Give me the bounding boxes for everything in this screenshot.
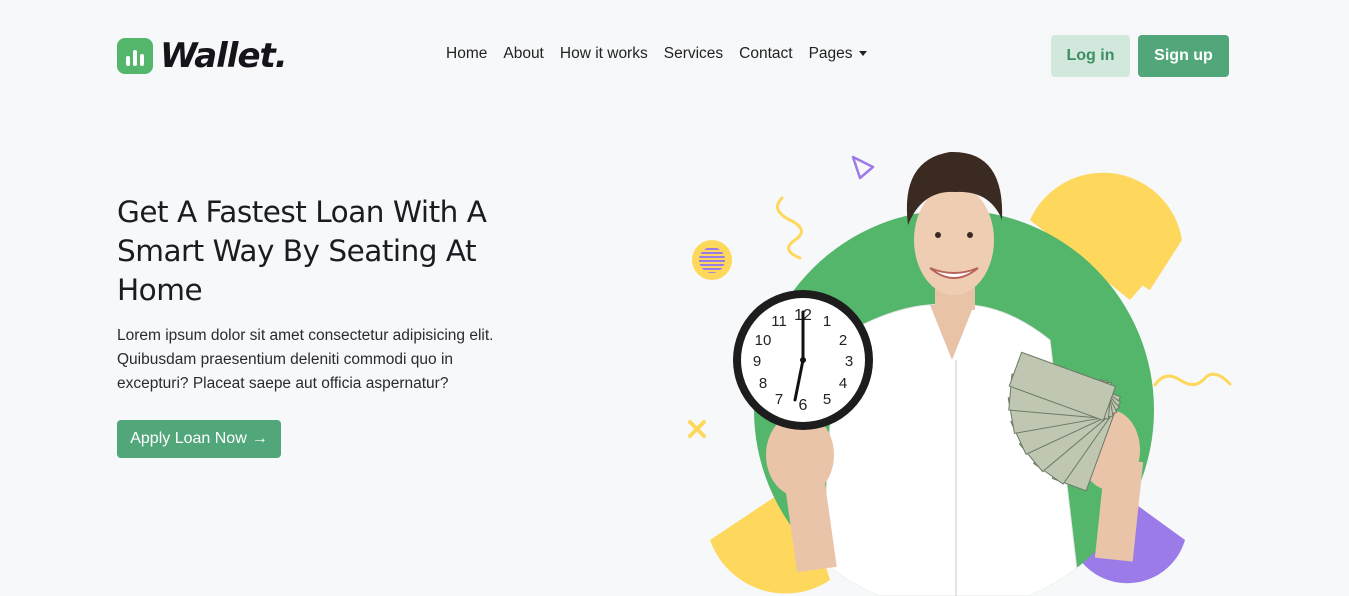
clock-number-4: 4 (839, 375, 847, 392)
nav-pages-label: Pages (808, 45, 853, 62)
x-mark-icon (688, 420, 706, 438)
clock-number-8: 8 (759, 375, 767, 392)
squiggle-top-icon (776, 196, 803, 260)
brand-name: Wallet. (160, 36, 288, 76)
clock-number-3: 3 (845, 353, 853, 370)
hero-description: Lorem ipsum dolor sit amet consectetur a… (117, 327, 494, 392)
signup-button[interactable]: Sign up (1138, 35, 1229, 77)
nav-services[interactable]: Services (664, 45, 723, 63)
triangle-outline-icon (851, 155, 875, 180)
clock-number-6: 6 (799, 397, 808, 414)
main-nav: Home About How it works Services Contact… (446, 45, 867, 63)
eye-right (967, 232, 973, 238)
nav-how-it-works[interactable]: How it works (560, 45, 648, 63)
apply-loan-label: Apply Loan Now (130, 430, 247, 447)
hero-title: Get A Fastest Loan With A Smart Way By S… (117, 195, 487, 307)
apply-loan-button[interactable]: Apply Loan Now → (117, 420, 281, 458)
clock-icon: 12 1 2 3 4 5 6 7 8 9 10 11 (733, 290, 873, 430)
clock-number-5: 5 (823, 391, 831, 408)
clock-number-9: 9 (753, 353, 761, 370)
hero-illustration: 12 1 2 3 4 5 6 7 8 9 10 11 (688, 151, 1232, 596)
arrow-right-icon: → (251, 430, 268, 447)
nav-pages-dropdown[interactable]: Pages (809, 45, 867, 63)
clock-number-2: 2 (839, 332, 847, 349)
nav-about[interactable]: About (503, 45, 544, 63)
clock-number-11: 11 (771, 313, 787, 330)
nav-contact[interactable]: Contact (739, 45, 792, 63)
chart-bars-icon (117, 38, 153, 74)
brand-logo[interactable]: Wallet. (117, 36, 288, 76)
clock-number-10: 10 (755, 332, 772, 349)
clock-number-7: 7 (775, 391, 783, 408)
clock-number-1: 1 (823, 313, 831, 330)
login-button[interactable]: Log in (1051, 35, 1130, 77)
nav-home[interactable]: Home (446, 45, 487, 63)
caret-down-icon (858, 51, 867, 57)
eye-left (935, 232, 941, 238)
squiggle-right-icon (1153, 372, 1232, 387)
